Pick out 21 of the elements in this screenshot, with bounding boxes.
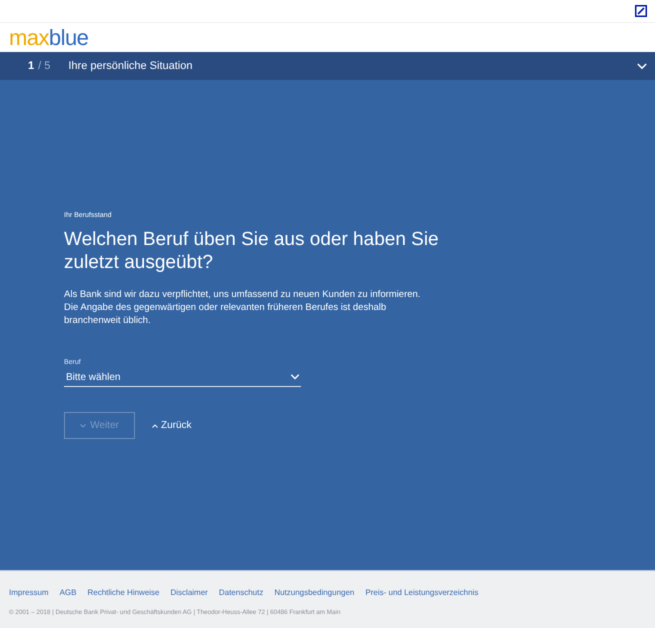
logo: maxblue (9, 26, 88, 48)
footer-link[interactable]: Preis- und Leistungsverzeichnis (365, 587, 478, 599)
step-title: Ihre persönliche Situation (68, 58, 192, 74)
footer-link[interactable]: Datenschutz (218, 587, 264, 599)
footer-link[interactable]: Rechtliche Hinweise (87, 587, 160, 599)
step-total: / 5 (38, 58, 50, 74)
footer-link[interactable]: Nutzungsbedingungen (274, 587, 354, 599)
chevron-down-icon (290, 374, 300, 380)
chevron-up-icon (152, 424, 158, 428)
profession-select[interactable]: Bitte wählen (64, 368, 301, 387)
step-bar[interactable]: 1 / 5 Ihre persönliche Situation (0, 52, 655, 80)
footer-link[interactable]: Disclaimer (170, 587, 208, 599)
question-heading: Welchen Beruf üben Sie aus oder haben Sie zuletzt ausgeübt? (64, 228, 440, 274)
chevron-icon (637, 62, 647, 70)
footer-link[interactable]: AGB (60, 587, 76, 599)
chevron-down-icon (80, 424, 86, 428)
step-current: 1 (28, 58, 34, 74)
bank-logo-icon (635, 5, 647, 17)
footer-link[interactable]: Impressum (9, 587, 49, 599)
back-link[interactable]: Zurück (152, 418, 192, 433)
description-text: Als Bank sind wir dazu verpflichtet, uns umfassend zu neuen Kunden zu informieren. Die Angabe des gegenwärtigen oder relevanten früheren Berufes ist deshalb branchenweit üblich. (64, 288, 422, 326)
